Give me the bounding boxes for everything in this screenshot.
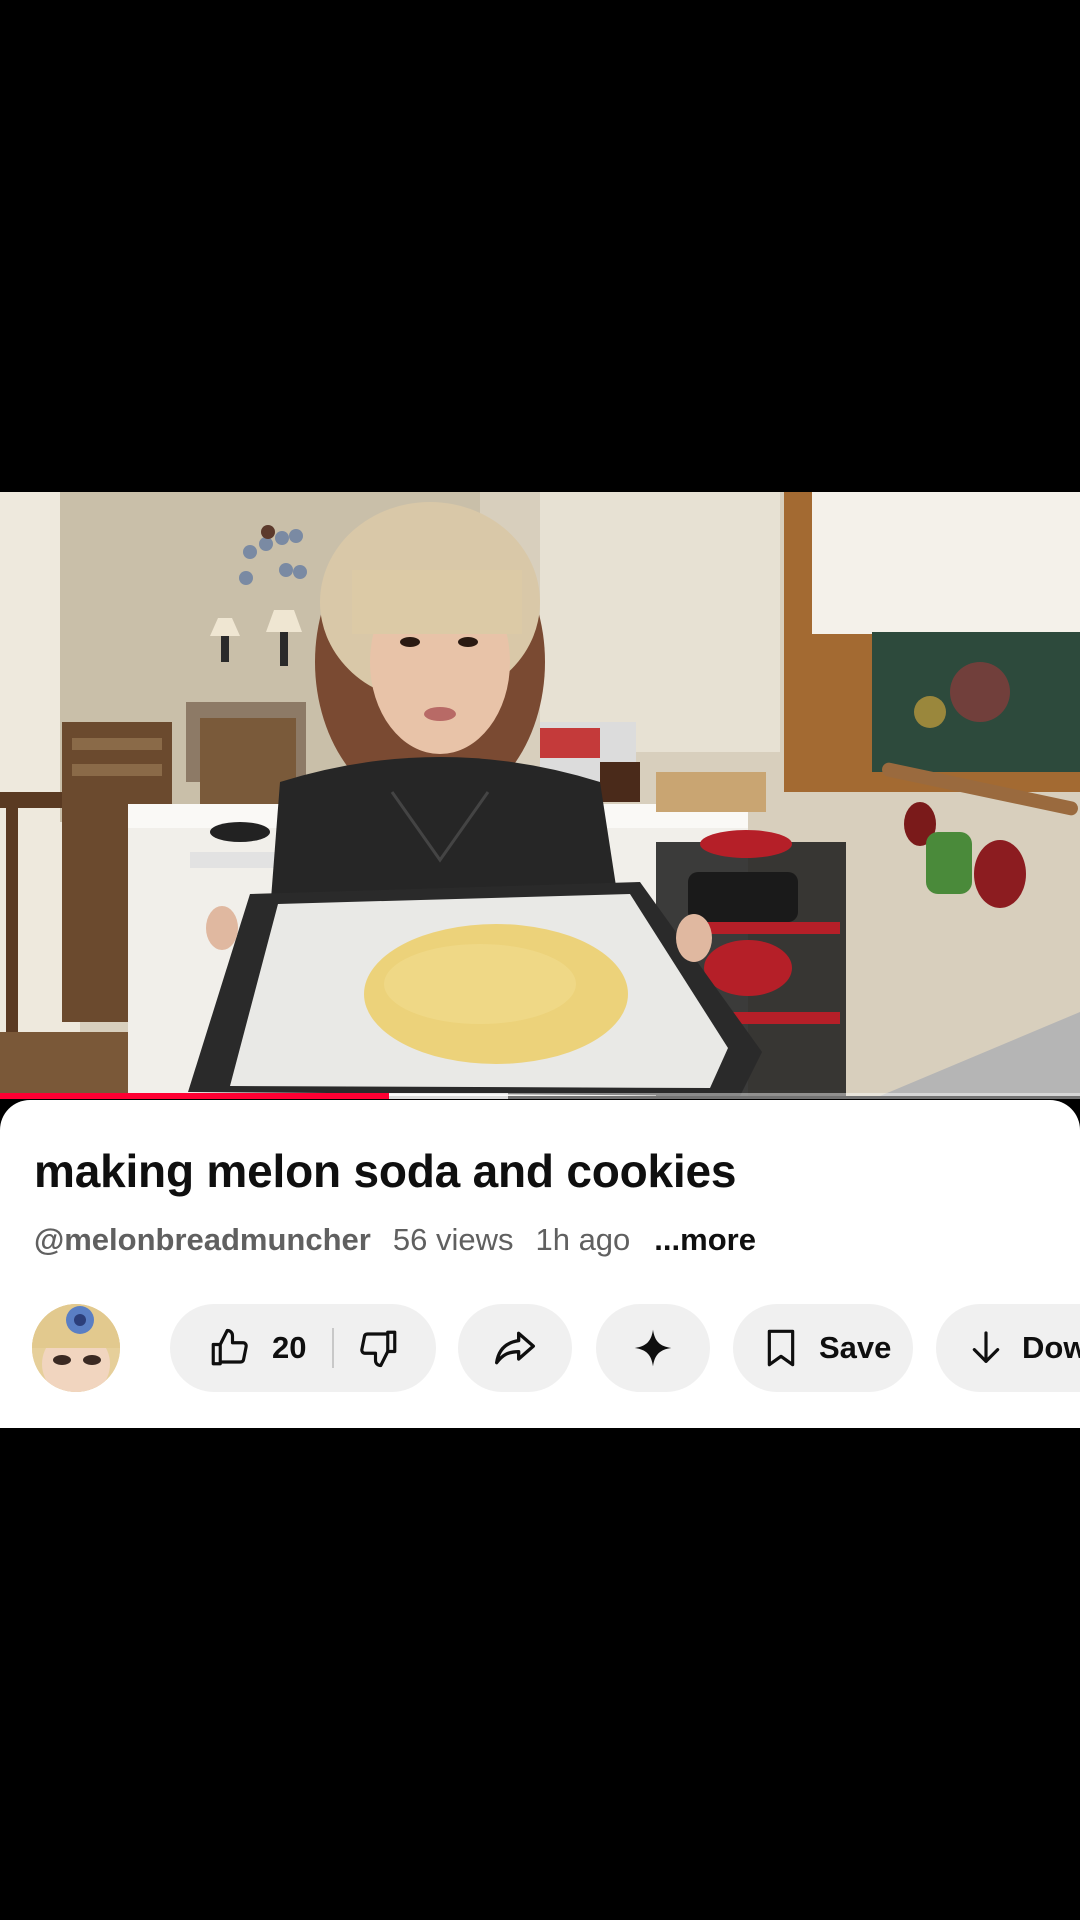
like-count[interactable]: 20 [272,1330,306,1366]
like-divider [332,1328,335,1368]
channel-handle[interactable]: @melonbreadmuncher [34,1222,371,1258]
bookmark-icon [761,1328,801,1368]
thumbs-up-icon[interactable] [208,1327,250,1369]
share-arrow-icon [493,1326,537,1370]
video-meta-row[interactable]: @melonbreadmuncher 56 views 1h ago ...mo… [34,1222,756,1258]
thumbs-down-icon[interactable] [358,1327,400,1369]
screen: making melon soda and cookies @melonbrea… [0,0,1080,1920]
save-label: Save [819,1330,892,1365]
video-info-card: making melon soda and cookies @melonbrea… [0,1100,1080,1428]
upload-age: 1h ago [535,1222,631,1257]
save-button[interactable]: Save [733,1304,913,1392]
download-arrow-icon [966,1328,1006,1368]
ask-button[interactable] [596,1304,710,1392]
progress-played [0,1093,389,1099]
share-button[interactable] [458,1304,572,1392]
video-progress-bar[interactable] [0,1093,1080,1099]
video-player[interactable] [0,492,1080,1096]
sparkle-icon [633,1328,673,1368]
download-label: Dow [1022,1330,1080,1365]
video-frame-image [0,492,1080,1096]
view-count: 56 views [392,1222,514,1257]
channel-avatar[interactable] [32,1304,120,1392]
avatar-image [32,1304,120,1392]
more-button[interactable]: ...more [654,1222,756,1258]
download-button[interactable]: Dow [936,1304,1080,1392]
video-title[interactable]: making melon soda and cookies [34,1144,736,1198]
action-bar: 20 Save Dow [0,1304,1080,1392]
like-dislike-group: 20 [170,1304,436,1392]
